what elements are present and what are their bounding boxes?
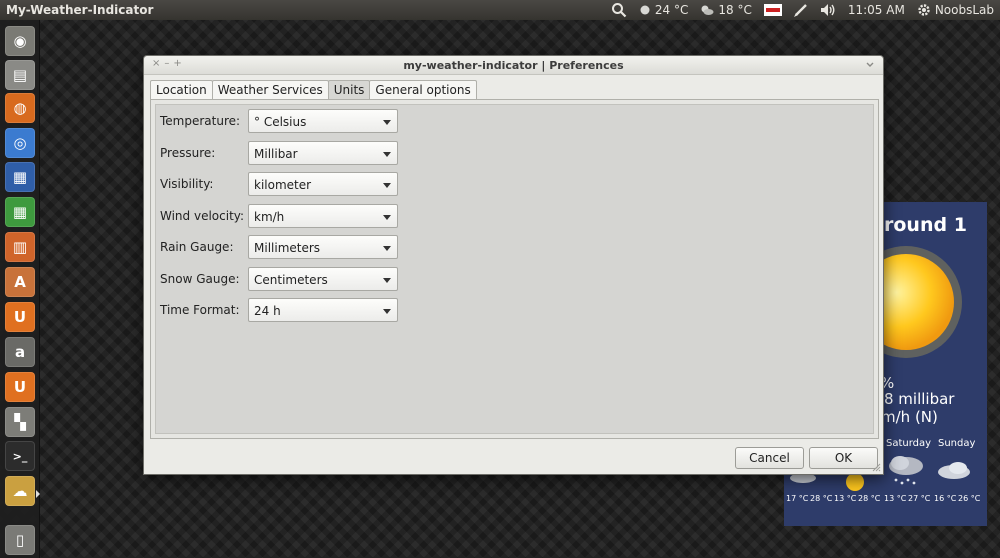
partly-cloudy-icon	[701, 5, 714, 15]
launcher-software-center-icon[interactable]: A	[5, 267, 35, 297]
launcher-ubuntu-one-icon[interactable]: U	[5, 302, 35, 332]
launcher: ◉ ▤ ◍ ◎ ▦ ▦ ▥ A Ua U ▚ >_ ☁ ▯	[0, 20, 40, 558]
top-panel: My-Weather-Indicator 24 °C 18 °C 11:05 A…	[0, 0, 1000, 20]
pressure-combo[interactable]: Millibar	[248, 141, 398, 165]
visibility-value: kilometer	[254, 178, 312, 192]
window-menu-chevron-icon[interactable]	[865, 58, 875, 72]
launcher-amazon-icon[interactable]: a	[5, 337, 35, 367]
dropdown-arrow-icon	[383, 309, 391, 314]
snow-gauge-label: Snow Gauge:	[160, 272, 240, 286]
widget-day-sunday: Sunday	[938, 438, 976, 449]
launcher-trash-icon[interactable]: ▯	[5, 525, 35, 555]
sun-icon	[640, 5, 650, 15]
search-icon	[611, 3, 627, 18]
weather-temp-2: 18 °C	[718, 3, 752, 17]
preferences-dialog: × – + my-weather-indicator | Preferences…	[143, 55, 884, 475]
time-format-value: 24 h	[254, 304, 281, 318]
dropdown-arrow-icon	[383, 278, 391, 283]
search-indicator[interactable]	[611, 2, 627, 18]
session-indicator[interactable]: NoobsLab	[917, 3, 994, 17]
temperature-combo[interactable]: ° Celsius	[248, 109, 398, 133]
speaker-icon	[820, 4, 835, 16]
tab-general-options[interactable]: General options	[369, 80, 477, 100]
user-name: NoobsLab	[934, 3, 994, 17]
weather-temp-1: 24 °C	[654, 3, 689, 17]
launcher-my-weather-indicator-icon[interactable]: ☁	[5, 476, 35, 506]
dropdown-arrow-icon	[383, 215, 391, 220]
dialog-titlebar[interactable]: × – + my-weather-indicator | Preferences	[144, 56, 883, 75]
forecast-sun-icon	[846, 474, 864, 491]
launcher-impress-icon[interactable]: ▥	[5, 232, 35, 262]
dropdown-arrow-icon	[383, 152, 391, 157]
launcher-dash-home-icon[interactable]: ◉	[5, 26, 35, 56]
tab-units[interactable]: Units	[327, 80, 371, 100]
launcher-calc-icon[interactable]: ▦	[5, 197, 35, 227]
sound-indicator[interactable]	[820, 3, 836, 17]
pressure-label: Pressure:	[160, 146, 216, 160]
dropdown-arrow-icon	[383, 246, 391, 251]
widget-temp-3: 28 °C	[858, 494, 881, 503]
widget-location-title: round 1	[884, 214, 967, 236]
widget-temp-7: 26 °C	[958, 494, 981, 503]
widget-temp-6: 16 °C	[934, 494, 957, 503]
rain-gauge-combo[interactable]: Millimeters	[248, 235, 398, 259]
launcher-writer-icon[interactable]: ▦	[5, 162, 35, 192]
pen-indicator[interactable]	[793, 3, 808, 17]
widget-temp-0: 17 °C	[786, 494, 809, 503]
launcher-active-indicator	[36, 490, 40, 498]
ok-button[interactable]: OK	[809, 447, 878, 469]
widget-wind: m/h (N)	[881, 408, 938, 426]
dropdown-arrow-icon	[383, 120, 391, 125]
widget-temp-4: 13 °C	[884, 494, 907, 503]
units-tab-page: Temperature: ° Celsius Pressure: Milliba…	[150, 99, 879, 439]
widget-temp-2: 13 °C	[834, 494, 857, 503]
pen-icon	[793, 4, 807, 17]
dropdown-arrow-icon	[383, 183, 391, 188]
dialog-title: my-weather-indicator | Preferences	[403, 59, 624, 72]
temperature-value: ° Celsius	[254, 115, 307, 129]
weather-indicator-2[interactable]: 18 °C	[700, 3, 752, 17]
time-format-combo[interactable]: 24 h	[248, 298, 398, 322]
visibility-combo[interactable]: kilometer	[248, 172, 398, 196]
rain-gauge-value: Millimeters	[254, 241, 321, 255]
launcher-firefox-icon[interactable]: ◍	[5, 93, 35, 123]
app-menu-title: My-Weather-Indicator	[6, 3, 154, 17]
widget-temp-5: 27 °C	[908, 494, 931, 503]
rain-gauge-label: Rain Gauge:	[160, 240, 234, 254]
snow-gauge-combo[interactable]: Centimeters	[248, 267, 398, 291]
clock[interactable]: 11:05 AM	[848, 3, 905, 17]
launcher-system-settings-icon[interactable]: ▚	[5, 407, 35, 437]
widget-temp-1: 28 °C	[810, 494, 833, 503]
tab-location[interactable]: Location	[150, 80, 213, 100]
widget-pressure: 8 millibar	[884, 390, 955, 408]
gear-icon	[918, 4, 930, 16]
tab-weather-services[interactable]: Weather Services	[211, 80, 329, 100]
temperature-label: Temperature:	[160, 114, 241, 128]
forecast-cloudy-icon	[938, 462, 970, 479]
tab-bar: Location Weather Services Units General …	[150, 80, 477, 100]
wind-velocity-label: Wind velocity:	[160, 209, 245, 223]
forecast-storm-icon	[889, 456, 923, 485]
launcher-terminal-icon[interactable]: >_	[5, 441, 35, 471]
launcher-ubuntu-one-music-icon[interactable]: U	[5, 372, 35, 402]
widget-day-saturday: Saturday	[886, 438, 932, 449]
keyboard-indicator[interactable]	[763, 4, 782, 16]
launcher-files-icon[interactable]: ▤	[5, 60, 35, 90]
launcher-chromium-icon[interactable]: ◎	[5, 128, 35, 158]
wind-velocity-value: km/h	[254, 210, 285, 224]
resize-grip-icon[interactable]	[871, 462, 881, 472]
snow-gauge-value: Centimeters	[254, 273, 328, 287]
weather-indicator-1[interactable]: 24 °C	[639, 3, 688, 17]
units-panel: Temperature: ° Celsius Pressure: Milliba…	[155, 104, 874, 434]
time-format-label: Time Format:	[160, 303, 240, 317]
indicator-area: 24 °C 18 °C 11:05 AM NoobsLab	[599, 0, 1000, 20]
flag-icon	[763, 4, 782, 16]
cancel-button[interactable]: Cancel	[735, 447, 804, 469]
visibility-label: Visibility:	[160, 177, 214, 191]
wind-velocity-combo[interactable]: km/h	[248, 204, 398, 228]
pressure-value: Millibar	[254, 147, 298, 161]
